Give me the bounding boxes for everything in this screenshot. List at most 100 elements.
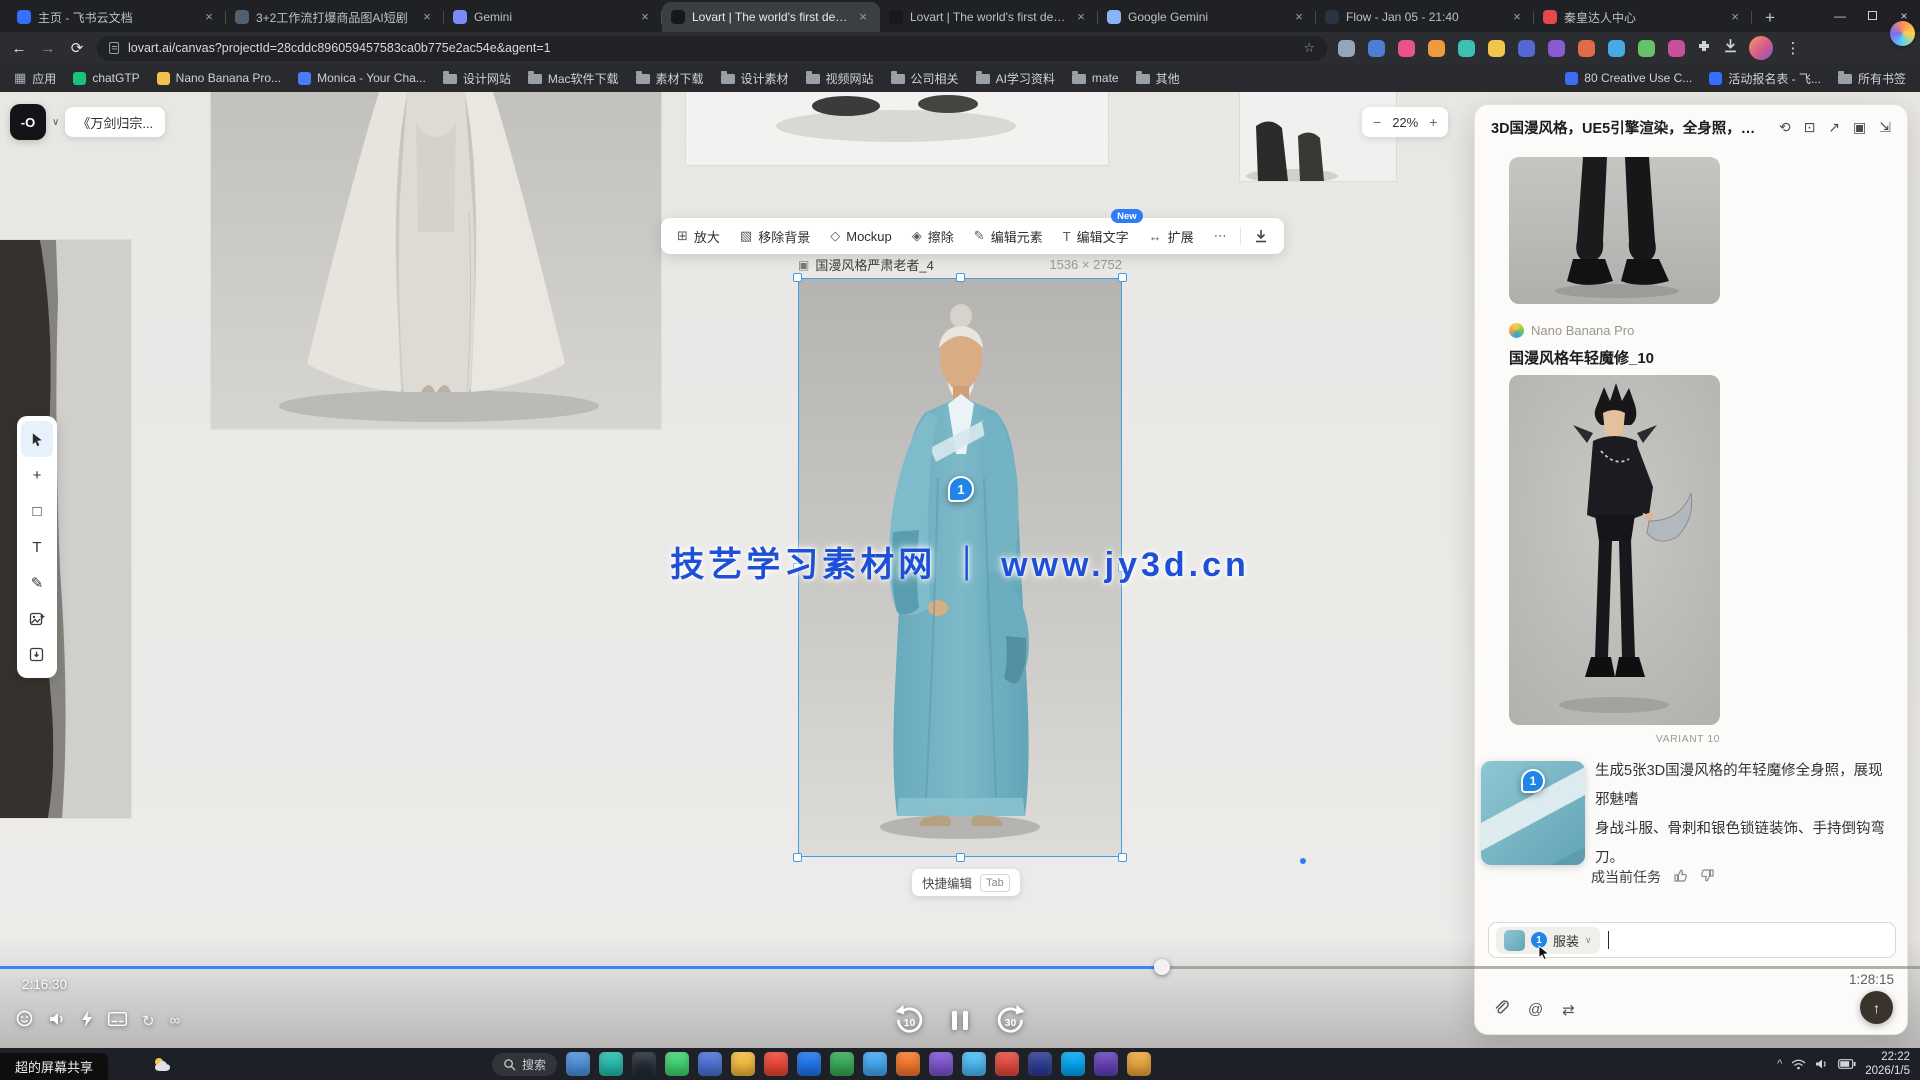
- browser-menu-icon[interactable]: ⋮: [1784, 39, 1802, 57]
- extension-icon[interactable]: [1578, 40, 1595, 57]
- profile-avatar[interactable]: [1749, 36, 1773, 60]
- reload-button[interactable]: ⟳: [68, 39, 86, 57]
- taskbar-app-icon[interactable]: [1094, 1052, 1118, 1076]
- browser-tab[interactable]: Lovart | The world's first desi...×: [880, 2, 1098, 32]
- resize-handle[interactable]: [793, 853, 802, 862]
- taskbar-app-icon[interactable]: [698, 1052, 722, 1076]
- taskbar-app-icon[interactable]: [962, 1052, 986, 1076]
- extension-icon[interactable]: [1398, 40, 1415, 57]
- popout-icon[interactable]: ▣: [1853, 119, 1866, 136]
- bookmark-folder[interactable]: AI学习资料: [976, 70, 1055, 87]
- tray-volume-icon[interactable]: [1815, 1058, 1829, 1070]
- canvas-image-elder-white-robe[interactable]: [211, 92, 661, 429]
- bookmark-folder[interactable]: 素材下载: [636, 70, 704, 87]
- loop-icon[interactable]: ↻: [142, 1012, 155, 1030]
- extension-icon[interactable]: [1458, 40, 1475, 57]
- taskbar-app-icon[interactable]: [995, 1052, 1019, 1076]
- bookmark-item[interactable]: chatGTP: [73, 71, 139, 85]
- progress-knob[interactable]: [1154, 959, 1170, 975]
- pause-button[interactable]: [952, 1011, 968, 1030]
- chat-image-legs[interactable]: [1509, 157, 1720, 304]
- edit-elements-button[interactable]: ✎编辑元素: [964, 218, 1053, 254]
- bookmark-folder[interactable]: Mac软件下载: [528, 70, 619, 87]
- remove-background-button[interactable]: ▧移除背景: [730, 218, 820, 254]
- tray-chevron-icon[interactable]: ^: [1777, 1058, 1782, 1070]
- extension-icon[interactable]: [1338, 40, 1355, 57]
- reference-thumbnail[interactable]: 1: [1481, 761, 1585, 865]
- extension-icon[interactable]: [1548, 40, 1565, 57]
- forward-button[interactable]: →: [39, 40, 57, 57]
- speed-icon[interactable]: [81, 1011, 93, 1031]
- back-button[interactable]: ←: [10, 40, 28, 57]
- bookmark-item[interactable]: Monica - Your Cha...: [298, 71, 426, 85]
- taskbar-app-icon[interactable]: [599, 1052, 623, 1076]
- downloads-icon[interactable]: [1723, 38, 1738, 58]
- bookmark-folder[interactable]: mate: [1072, 71, 1119, 85]
- browser-tab[interactable]: 主页 - 飞书云文档×: [8, 2, 226, 32]
- thumbs-up-icon[interactable]: [1673, 868, 1688, 886]
- taskbar-app-icon[interactable]: [830, 1052, 854, 1076]
- taskbar-app-icon[interactable]: [797, 1052, 821, 1076]
- taskbar-app-icon[interactable]: [896, 1052, 920, 1076]
- bookmark-folder[interactable]: 设计网站: [443, 70, 511, 87]
- taskbar-app-icon[interactable]: [1028, 1052, 1052, 1076]
- tab-close-icon[interactable]: ×: [1727, 9, 1743, 25]
- tab-close-icon[interactable]: ×: [419, 9, 435, 25]
- lovart-logo[interactable]: -O: [10, 104, 46, 140]
- taskbar-app-icon[interactable]: [566, 1052, 590, 1076]
- expand-button[interactable]: ↔扩展: [1139, 218, 1204, 254]
- bookmark-item[interactable]: Nano Banana Pro...: [157, 71, 281, 85]
- taskbar-app-icon[interactable]: [764, 1052, 788, 1076]
- mockup-button[interactable]: ◇Mockup: [820, 218, 902, 254]
- resize-handle[interactable]: [1118, 853, 1127, 862]
- thumbs-down-icon[interactable]: [1700, 868, 1715, 886]
- all-bookmarks[interactable]: 所有书签: [1838, 70, 1906, 87]
- bookmark-item[interactable]: 活动报名表 - 飞...: [1709, 70, 1821, 87]
- taskbar-app-icon[interactable]: [929, 1052, 953, 1076]
- upscale-button[interactable]: ⊞放大: [667, 218, 730, 254]
- download-button[interactable]: [1244, 218, 1278, 254]
- share-icon[interactable]: ↗: [1828, 119, 1840, 136]
- collapse-icon[interactable]: ⇲: [1879, 119, 1891, 136]
- edit-text-button[interactable]: T编辑文字New: [1053, 218, 1139, 254]
- subtitle-icon[interactable]: [108, 1012, 127, 1030]
- tab-close-icon[interactable]: ×: [637, 9, 653, 25]
- video-progress-bar[interactable]: [0, 966, 1920, 969]
- element-marker[interactable]: 1: [948, 476, 974, 502]
- bookmark-folder[interactable]: 视频网站: [806, 70, 874, 87]
- extension-icon[interactable]: [1428, 40, 1445, 57]
- select-tool[interactable]: [21, 421, 53, 457]
- chevron-down-icon[interactable]: ∨: [1585, 935, 1592, 946]
- emoji-icon[interactable]: [16, 1010, 33, 1031]
- taskbar-app-icon[interactable]: [632, 1052, 656, 1076]
- browser-tab[interactable]: Google Gemini×: [1098, 2, 1316, 32]
- rewind-10-button[interactable]: 10: [893, 1004, 926, 1037]
- taskbar-app-icon[interactable]: [665, 1052, 689, 1076]
- extension-icon[interactable]: [1518, 40, 1535, 57]
- image-tool[interactable]: [21, 601, 53, 637]
- pip-icon[interactable]: ∞: [170, 1012, 181, 1029]
- more-options-button[interactable]: ⋯: [1204, 218, 1237, 254]
- bookmark-item[interactable]: 80 Creative Use C...: [1565, 71, 1692, 85]
- chat-image-young-cultivator[interactable]: [1509, 375, 1720, 725]
- tab-close-icon[interactable]: ×: [201, 9, 217, 25]
- tab-close-icon[interactable]: ×: [1509, 9, 1525, 25]
- extension-icon[interactable]: [1488, 40, 1505, 57]
- battery-icon[interactable]: [1838, 1059, 1856, 1069]
- browser-tab[interactable]: Flow - Jan 05 - 21:40×: [1316, 2, 1534, 32]
- taskbar-app-icon[interactable]: [1127, 1052, 1151, 1076]
- bookmark-star-icon[interactable]: ☆: [1303, 40, 1315, 56]
- tab-close-icon[interactable]: ×: [1073, 9, 1089, 25]
- canvas-image-feet-shadow[interactable]: [686, 92, 1108, 165]
- extension-icon[interactable]: [1638, 40, 1655, 57]
- browser-tab[interactable]: 秦皇达人中心×: [1534, 2, 1752, 32]
- browser-tab[interactable]: Gemini×: [444, 2, 662, 32]
- new-tab-button[interactable]: +: [1756, 4, 1784, 32]
- tab-close-icon[interactable]: ×: [855, 9, 871, 25]
- volume-icon[interactable]: [48, 1011, 66, 1031]
- bookmark-apps[interactable]: ▦应用: [14, 70, 56, 87]
- zoom-in-button[interactable]: +: [1429, 114, 1437, 130]
- resize-handle[interactable]: [956, 853, 965, 862]
- quick-edit-hint[interactable]: 快捷编辑 Tab: [912, 869, 1020, 896]
- taskbar-search[interactable]: 搜索: [492, 1053, 557, 1076]
